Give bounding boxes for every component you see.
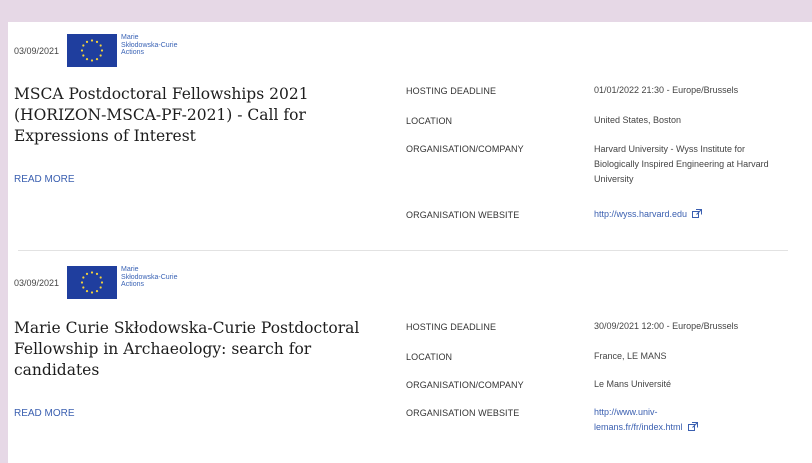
listing-card: 03/09/2021 Marie Skłodowska-Curie Action… [8, 22, 812, 254]
detail-value: United States, Boston [594, 115, 682, 125]
detail-label: ORGANISATION WEBSITE [406, 210, 520, 220]
read-more-link[interactable]: READ MORE [14, 408, 75, 419]
eu-star [100, 49, 104, 52]
detail-label: HOSTING DEADLINE [406, 86, 497, 96]
detail-label: LOCATION [406, 352, 453, 362]
organisation-website-link[interactable]: http://www.univ-lemans.fr/fr/index.html [594, 407, 683, 432]
eu-star [82, 44, 85, 47]
eu-star [82, 286, 85, 289]
logo-text: Marie Skłodowska-Curie Actions [121, 34, 178, 56]
eu-star [90, 39, 94, 42]
listing-meta: 03/09/2021 Marie Skłodowska-Curie Action… [14, 34, 191, 67]
logo-text: Marie Skłodowska-Curie Actions [121, 266, 178, 288]
detail-value: France, LE MANS [594, 351, 667, 361]
eu-star [80, 281, 84, 284]
msca-logo: Marie Skłodowska-Curie Actions [67, 34, 191, 67]
eu-star [85, 58, 89, 61]
detail-label: ORGANISATION/COMPANY [406, 380, 524, 390]
listing-date: 03/09/2021 [14, 45, 60, 56]
external-link-icon[interactable] [687, 421, 698, 436]
listing-title[interactable]: MSCA Postdoctoral Fellowships 2021 (HORI… [14, 84, 394, 147]
eu-star [100, 281, 104, 284]
msca-logo: Marie Skłodowska-Curie Actions [67, 266, 191, 299]
eu-star [82, 54, 85, 57]
eu-flag-icon [67, 266, 118, 299]
eu-star [95, 290, 99, 293]
detail-value: Le Mans Université [594, 379, 672, 389]
listing-meta: 03/09/2021 Marie Skłodowska-Curie Action… [14, 266, 191, 299]
eu-star [85, 272, 89, 275]
results-panel: 03/09/2021 Marie Skłodowska-Curie Action… [8, 22, 812, 463]
external-link-icon[interactable] [692, 208, 703, 223]
listing-title[interactable]: Marie Curie Skłodowska-Curie Postdoctora… [14, 318, 394, 381]
detail-value: http://www.univ-lemans.fr/fr/index.html [594, 405, 734, 436]
detail-value: Harvard University - Wyss Institute for … [594, 144, 769, 184]
listing-date: 03/09/2021 [14, 277, 60, 288]
listing-divider [18, 250, 788, 251]
eu-star [82, 276, 85, 279]
eu-star [99, 276, 102, 279]
eu-star [95, 272, 99, 275]
eu-star [90, 59, 94, 62]
eu-star [80, 49, 84, 52]
eu-star [85, 40, 89, 43]
detail-label: ORGANISATION/COMPANY [406, 144, 524, 154]
eu-star [99, 286, 102, 289]
eu-flag-icon [67, 34, 118, 67]
eu-star [95, 40, 99, 43]
eu-star [99, 54, 102, 57]
eu-star [90, 291, 94, 294]
eu-star [95, 58, 99, 61]
detail-label: HOSTING DEADLINE [406, 322, 497, 332]
detail-label: ORGANISATION WEBSITE [406, 408, 520, 418]
detail-value: http://wyss.harvard.edu [594, 207, 786, 223]
detail-label: LOCATION [406, 116, 453, 126]
eu-star [85, 290, 89, 293]
listing-card: 03/09/2021 Marie Skłodowska-Curie Action… [8, 254, 812, 463]
eu-star [90, 271, 94, 274]
detail-value: 01/01/2022 21:30 - Europe/Brussels [594, 85, 739, 95]
detail-value: 30/09/2021 12:00 - Europe/Brussels [594, 321, 739, 331]
organisation-website-link[interactable]: http://wyss.harvard.edu [594, 209, 687, 219]
read-more-link[interactable]: READ MORE [14, 174, 75, 185]
eu-star [99, 44, 102, 47]
